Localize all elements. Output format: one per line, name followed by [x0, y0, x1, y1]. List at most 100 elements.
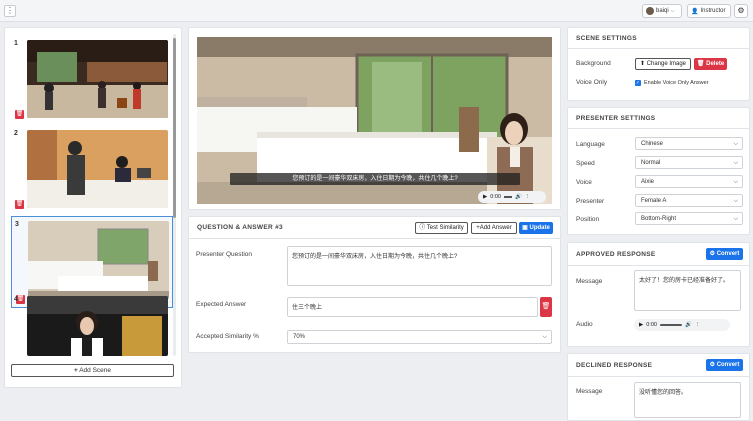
divider: [568, 265, 749, 266]
chevron-down-icon: ⌵: [542, 334, 547, 340]
scene-item-1[interactable]: 1 🗑: [11, 36, 173, 124]
update-label: Update: [529, 225, 550, 231]
add-answer-button[interactable]: +Add Answer: [471, 222, 517, 234]
divider: [568, 48, 749, 49]
change-image-label: Change Image: [646, 61, 687, 67]
speed-label: Speed: [576, 160, 595, 167]
video-preview-panel: 您预订的是一间豪华双床房，入住日期为今晚，共住几个晚上? ▶ 0:00 🔊 ⋮: [188, 27, 561, 210]
declined-convert-button[interactable]: ⚙ Convert: [706, 359, 743, 371]
scene-thumbnail[interactable]: [27, 40, 168, 118]
approved-response-title: APPROVED RESPONSE: [576, 251, 656, 258]
info-icon: ⓘ: [419, 225, 426, 231]
play-icon[interactable]: ▶: [639, 322, 643, 328]
scene-thumbnail[interactable]: [27, 130, 168, 208]
update-button[interactable]: ▣ Update: [519, 222, 553, 234]
scene-thumbnail[interactable]: [27, 296, 168, 356]
gear-icon: ⚙: [709, 251, 716, 257]
chevron-down-icon: ⌵: [733, 216, 738, 222]
more-vertical-icon[interactable]: ⋮: [525, 194, 531, 200]
role-button[interactable]: 👤 Instructor: [687, 4, 731, 18]
test-similarity-button[interactable]: ⓘ Test Similarity: [415, 222, 468, 234]
delete-scene-button[interactable]: 🗑: [15, 200, 24, 209]
declined-message-input[interactable]: 没听懂您的回答。: [634, 382, 741, 418]
volume-icon[interactable]: 🔊: [685, 322, 692, 328]
gear-icon: ⚙: [737, 6, 745, 15]
trash-icon: 🗑: [541, 303, 551, 310]
scene-settings-panel: SCENE SETTINGS Background ⬆ Change Image…: [567, 27, 750, 101]
scene-item-2[interactable]: 2 🗑: [11, 126, 173, 214]
approved-audio-player[interactable]: ▶ 0:00 🔊 ⋮: [634, 319, 730, 331]
approved-audio-label: Audio: [576, 321, 593, 328]
add-answer-label: Add Answer: [479, 225, 512, 231]
expected-answer-label: Expected Answer: [196, 301, 247, 308]
test-similarity-label: Test Similarity: [426, 225, 464, 231]
convert-label: Convert: [716, 251, 740, 257]
declined-response-title: DECLINED RESPONSE: [576, 362, 653, 369]
divider: [568, 128, 749, 129]
voice-select[interactable]: Aixie ⌵: [635, 175, 743, 188]
video-player-controls[interactable]: ▶ 0:00 🔊 ⋮: [478, 191, 546, 203]
chevron-down-icon: ⌵: [733, 198, 738, 204]
play-icon[interactable]: ▶: [483, 194, 487, 200]
scrollbar-thumb[interactable]: [173, 38, 176, 218]
delete-background-button[interactable]: 🗑 Delete: [694, 58, 727, 70]
scene-item-4[interactable]: 4: [11, 290, 173, 358]
scene-list-panel: 1 🗑 2 🗑 3 🗑 4 + Add Scene: [4, 27, 182, 388]
plus-icon: +: [73, 367, 78, 374]
scene-number: 4: [14, 296, 18, 303]
video-preview[interactable]: 您预订的是一间豪华双床房，入住日期为今晚，共住几个晚上? ▶ 0:00 🔊 ⋮: [197, 37, 552, 204]
approved-message-label: Message: [576, 278, 603, 285]
voice-value: Aixie: [641, 179, 655, 185]
person-icon: 👤: [691, 8, 699, 15]
change-image-button[interactable]: ⬆ Change Image: [635, 58, 691, 70]
trash-icon: 🗑: [696, 61, 705, 67]
add-scene-label: Add Scene: [79, 367, 112, 374]
voice-only-checkbox-label: Enable Voice Only Answer: [644, 80, 709, 86]
trash-icon: 🗑: [15, 201, 24, 207]
add-scene-button[interactable]: + Add Scene: [11, 364, 174, 377]
presenter-select[interactable]: Female A ⌵: [635, 194, 743, 207]
trash-icon: 🗑: [15, 111, 24, 117]
more-vertical-icon: ⋮: [6, 6, 14, 15]
scene-settings-title: SCENE SETTINGS: [576, 35, 637, 42]
similarity-select[interactable]: 70% ⌵: [287, 330, 552, 344]
scene-number: 2: [14, 130, 18, 137]
more-vertical-icon[interactable]: ⋮: [695, 322, 701, 328]
settings-button[interactable]: ⚙: [734, 4, 748, 18]
upload-icon: ⬆: [639, 61, 645, 67]
presenter-question-label: Presenter Question: [196, 251, 253, 258]
chevron-down-icon: ⌵: [733, 179, 738, 185]
presenter-label: Presenter: [576, 198, 605, 205]
approved-convert-button[interactable]: ⚙ Convert: [706, 248, 743, 260]
user-name: baiqi: [656, 8, 669, 14]
progress-bar[interactable]: [503, 196, 512, 198]
position-select[interactable]: Bottom-Right ⌵: [635, 212, 743, 225]
avatar: [646, 7, 654, 15]
menu-button[interactable]: ⋮: [4, 5, 16, 17]
qa-header: QUESTION & ANSWER #3 ⓘ Test Similarity +…: [189, 217, 560, 239]
scrollbar[interactable]: [173, 34, 176, 356]
speed-select[interactable]: Normal ⌵: [635, 156, 743, 169]
presenter-settings-panel: PRESENTER SETTINGS Language Chinese ⌵ Spe…: [567, 107, 750, 235]
approved-message-input[interactable]: 太好了！您的房卡已经准备好了。: [634, 270, 741, 311]
delete-scene-button[interactable]: 🗑: [15, 110, 24, 119]
voice-label: Voice: [576, 179, 592, 186]
user-menu-button[interactable]: baiqi ⌵: [642, 4, 682, 18]
divider: [568, 376, 749, 377]
top-bar: ⋮ baiqi ⌵ 👤 Instructor ⚙: [0, 0, 753, 22]
expected-answer-input[interactable]: 住三个晚上: [287, 297, 538, 317]
video-caption: 您预订的是一间豪华双床房，入住日期为今晚，共住几个晚上?: [230, 173, 520, 185]
audio-progress-bar[interactable]: [659, 324, 682, 326]
voice-only-checkbox[interactable]: ✓: [635, 80, 641, 86]
presenter-question-input[interactable]: 您预订的是一间豪华双床房，入住日期为今晚，共住几个晚上?: [287, 246, 552, 286]
presenter-value: Female A: [641, 198, 667, 204]
volume-icon[interactable]: 🔊: [515, 194, 522, 200]
scene-thumbnail[interactable]: [28, 221, 169, 299]
audio-time: 0:00: [646, 322, 657, 328]
scene-number: 3: [15, 221, 19, 228]
delete-answer-button[interactable]: 🗑: [540, 297, 552, 317]
delete-label: Delete: [706, 61, 725, 67]
language-select[interactable]: Chinese ⌵: [635, 137, 743, 150]
position-label: Position: [576, 216, 600, 223]
voice-only-label: Voice Only: [576, 79, 608, 86]
